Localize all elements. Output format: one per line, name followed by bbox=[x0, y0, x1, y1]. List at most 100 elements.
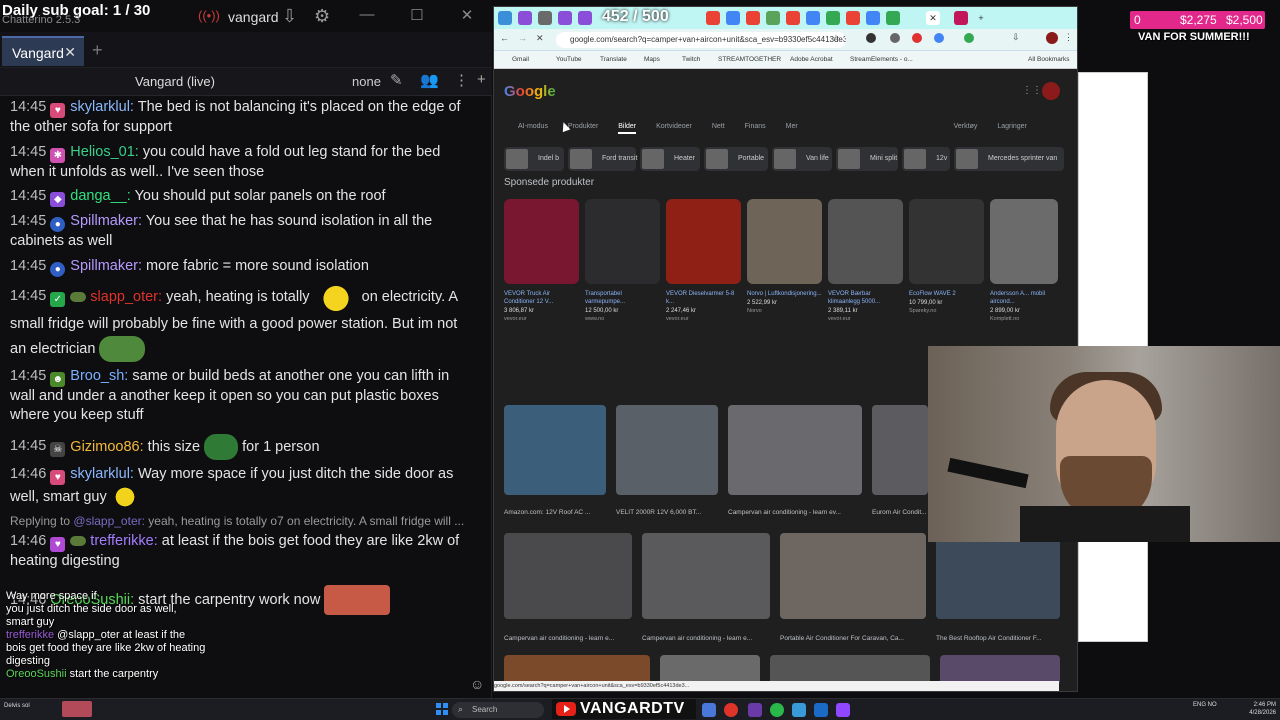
image-result-caption[interactable]: VELIT 2000R 12V 6,000 BT... bbox=[616, 509, 701, 516]
back-arrow-icon[interactable]: ← bbox=[500, 33, 509, 43]
live-username[interactable]: vangard bbox=[228, 9, 279, 25]
download-icon[interactable]: ⇩ bbox=[1012, 32, 1020, 43]
chat-message[interactable]: 14:45 ♥ skylarklul: The bed is not balanci… bbox=[10, 98, 470, 138]
minimize-button[interactable]: — bbox=[357, 6, 377, 23]
image-result-caption[interactable]: Campervan air conditioning - learn e... bbox=[504, 635, 614, 642]
bookmark-maps[interactable]: Maps bbox=[644, 56, 660, 63]
username[interactable]: Spillmaker: bbox=[70, 213, 142, 229]
image-result[interactable] bbox=[504, 533, 632, 619]
image-result[interactable] bbox=[780, 533, 926, 619]
tab-favicon-icon[interactable] bbox=[866, 11, 880, 25]
tab-favicon-icon[interactable] bbox=[746, 11, 760, 25]
tab-favicon-icon[interactable] bbox=[886, 11, 900, 25]
taskbar-app-icon[interactable] bbox=[792, 703, 806, 717]
chat-message[interactable]: 14:45 ✱ Helios_01: you could have a fold o… bbox=[10, 143, 470, 183]
emoji-picker-icon[interactable]: ☺ bbox=[470, 676, 484, 692]
taskbar-app-icon[interactable] bbox=[748, 703, 762, 717]
all-bookmarks[interactable]: All Bookmarks bbox=[1028, 56, 1070, 63]
image-result[interactable] bbox=[616, 405, 718, 495]
tab-favicon-icon[interactable] bbox=[558, 11, 572, 25]
maximize-button[interactable]: ☐ bbox=[407, 6, 427, 24]
bookmark-adobe[interactable]: Adobe Acrobat bbox=[790, 56, 833, 63]
chip[interactable]: Mini split bbox=[836, 147, 898, 171]
chat-message[interactable]: 14:45 ☠ Gizimoo86: this size for 1 person bbox=[10, 433, 470, 460]
bookmark-streamelements[interactable]: StreamElements - o... bbox=[850, 56, 913, 63]
filter-ai-mode[interactable]: AI-modus bbox=[518, 123, 548, 130]
url-input[interactable]: google.com/search?q=camper+van+aircon+un… bbox=[556, 32, 846, 48]
tab-vangard[interactable]: Vangard ✕ bbox=[2, 36, 84, 66]
tools-button[interactable]: Verktøy bbox=[954, 123, 978, 130]
new-tab-icon[interactable]: + bbox=[974, 11, 988, 25]
tab-favicon-icon[interactable] bbox=[518, 11, 532, 25]
reply-user[interactable]: @slapp_oter: bbox=[73, 514, 145, 528]
tab-favicon-icon[interactable] bbox=[578, 11, 592, 25]
tab-favicon-icon[interactable] bbox=[806, 11, 820, 25]
pencil-icon[interactable]: ✎ bbox=[390, 71, 403, 89]
chat-message[interactable]: 14:46 ♥ skylarklul: Way more space if you … bbox=[10, 465, 470, 509]
browser-menu-icon[interactable]: ⋮ bbox=[1064, 32, 1073, 43]
taskbar-app-icon[interactable] bbox=[770, 703, 784, 717]
profile-avatar[interactable] bbox=[1046, 32, 1058, 44]
username[interactable]: Spillmaker: bbox=[70, 258, 142, 274]
chip[interactable]: Heater bbox=[640, 147, 700, 171]
image-result[interactable] bbox=[936, 533, 1060, 619]
filter-more[interactable]: Mer bbox=[786, 123, 798, 130]
tab-favicon-icon[interactable] bbox=[538, 11, 552, 25]
chat-message[interactable]: 14:45 ● Spillmaker: more fabric = more sou… bbox=[10, 257, 470, 277]
product-card[interactable]: VEVOR Dieselvarmer 5-8 k... 2 247,46 kr ve… bbox=[666, 199, 741, 389]
chat-message[interactable]: 14:45 ✓ slapp_oter: yeah, heating is total… bbox=[10, 281, 470, 362]
close-tab-icon[interactable]: ✕ bbox=[64, 44, 76, 61]
bookmark-translate[interactable]: Translate bbox=[600, 56, 627, 63]
username[interactable]: skylarklul: bbox=[70, 466, 134, 482]
chip[interactable]: Portable bbox=[704, 147, 768, 171]
tab-favicon-icon[interactable] bbox=[954, 11, 968, 25]
chat-message[interactable]: 14:46 ♥ trefferikke: at least if the bois … bbox=[10, 532, 470, 572]
username[interactable]: Helios_01: bbox=[70, 144, 139, 160]
widget-thumbnail[interactable] bbox=[62, 701, 92, 717]
bookmark-youtube[interactable]: YouTube bbox=[556, 56, 582, 63]
apps-grid-icon[interactable]: ⋮⋮ bbox=[1022, 85, 1042, 96]
extension-icon[interactable] bbox=[866, 33, 876, 43]
chat-message[interactable]: 14:45 ● Spillmaker: You see that he has so… bbox=[10, 212, 470, 252]
image-result-caption[interactable]: Campervan air conditioning - learn ev... bbox=[728, 509, 841, 516]
taskbar-app-icon[interactable] bbox=[724, 703, 738, 717]
username[interactable]: Gizimoo86: bbox=[70, 438, 143, 454]
username[interactable]: danga__: bbox=[70, 188, 130, 204]
taskbar-app-icon[interactable] bbox=[702, 703, 716, 717]
chat-message[interactable]: 14:45 ◆ danga__: You should put solar pane… bbox=[10, 187, 470, 207]
users-icon[interactable]: 👥 bbox=[420, 71, 439, 89]
image-result[interactable] bbox=[872, 405, 928, 495]
image-result-caption[interactable]: Eurom Air Condit... bbox=[872, 509, 927, 516]
image-result[interactable] bbox=[728, 405, 862, 495]
tab-favicon-icon[interactable] bbox=[498, 11, 512, 25]
tab-favicon-icon[interactable] bbox=[786, 11, 800, 25]
tab-favicon-icon[interactable] bbox=[726, 11, 740, 25]
extension-icon[interactable] bbox=[912, 33, 922, 43]
close-button[interactable]: ✕ bbox=[457, 6, 477, 24]
filter-products[interactable]: Produkter bbox=[568, 123, 598, 130]
username[interactable]: Broo_sh: bbox=[70, 368, 128, 384]
filter-finance[interactable]: Finans bbox=[745, 123, 766, 130]
saved-button[interactable]: Lagringer bbox=[997, 123, 1027, 130]
bookmark-gmail[interactable]: Gmail bbox=[512, 56, 529, 63]
chat-mode[interactable]: none bbox=[352, 74, 381, 89]
google-logo[interactable]: Google bbox=[504, 83, 556, 100]
filter-short-videos[interactable]: Kortvideoer bbox=[656, 123, 692, 130]
download-icon[interactable]: ⇩ bbox=[282, 6, 297, 27]
tab-favicon-icon[interactable] bbox=[826, 11, 840, 25]
bookmark-streamtogether[interactable]: STREAMTOGETHER bbox=[718, 56, 781, 63]
image-result-caption[interactable]: Amazon.com: 12V Roof AC ... bbox=[504, 509, 590, 516]
chip[interactable]: Indel b bbox=[504, 147, 564, 171]
forward-arrow-icon[interactable]: → bbox=[518, 33, 527, 43]
chat-message[interactable]: 14:45 ☻ Broo_sh: same or build beds at ano… bbox=[10, 367, 470, 426]
extension-icon[interactable] bbox=[934, 33, 944, 43]
bookmark-star-icon[interactable]: ☆ bbox=[832, 33, 840, 44]
bookmark-twitch[interactable]: Twitch bbox=[682, 56, 700, 63]
chip[interactable]: 12v bbox=[902, 147, 950, 171]
taskbar-app-icon[interactable] bbox=[836, 703, 850, 717]
extension-icon[interactable] bbox=[890, 33, 900, 43]
tab-favicon-icon[interactable] bbox=[846, 11, 860, 25]
chip[interactable]: Ford transit bbox=[568, 147, 637, 171]
taskbar-app-icon[interactable] bbox=[814, 703, 828, 717]
tab-favicon-icon[interactable] bbox=[766, 11, 780, 25]
